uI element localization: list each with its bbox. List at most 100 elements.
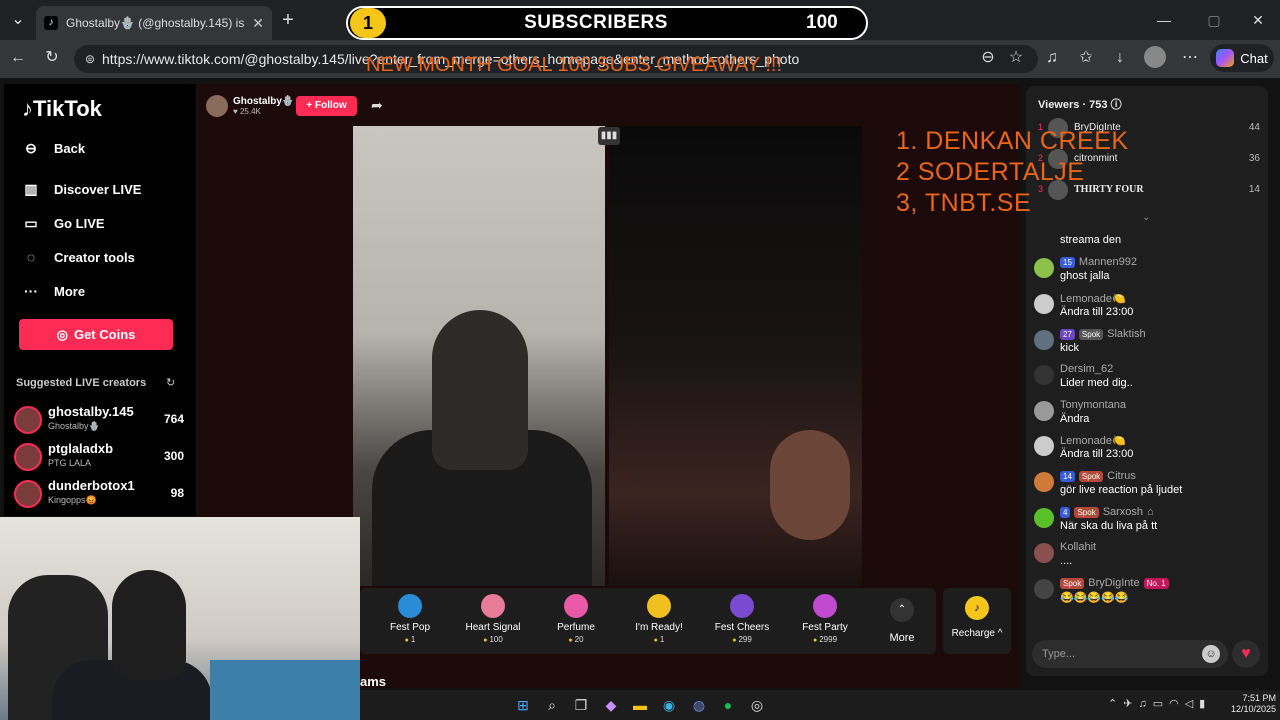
wifi-icon: ◠ xyxy=(1169,698,1185,710)
avatar[interactable] xyxy=(1034,258,1054,278)
back-icon[interactable]: ← xyxy=(6,46,30,70)
comment-user[interactable]: Lemonade🍋 xyxy=(1060,292,1126,305)
favorite-star-icon[interactable]: ☆ xyxy=(1004,46,1028,70)
suggested-creator[interactable]: ptglaladxb PTG LALA 300 xyxy=(14,441,184,473)
reload-icon[interactable]: ↻ xyxy=(40,46,64,70)
profile-avatar[interactable] xyxy=(1144,46,1166,68)
viewers-count: Viewers · 753 xyxy=(1038,99,1108,111)
gift-item[interactable]: Fest Pop 1 xyxy=(370,592,450,650)
gift-price: 100 xyxy=(453,635,533,644)
suggested-title: Suggested LIVE creators xyxy=(16,377,147,389)
nav-more[interactable]: ··· More xyxy=(22,279,85,303)
media-icon[interactable]: ♫ xyxy=(1040,46,1064,70)
suggested-creator[interactable]: ghostalby.145 Ghostalby🪬 764 xyxy=(14,404,184,436)
rank-badge: No. 1 xyxy=(1143,577,1169,589)
comment-text: ghost jalla xyxy=(1060,270,1110,282)
share-icon[interactable]: ➦ xyxy=(371,97,383,114)
avatar[interactable] xyxy=(1034,330,1054,350)
avatar[interactable] xyxy=(1034,294,1054,314)
comment-user[interactable]: Dersim_62 xyxy=(1060,363,1113,375)
system-tray[interactable]: ⌃✈♫▭◠◁▮ xyxy=(1108,697,1211,710)
gift-item[interactable]: I'm Ready! 1 xyxy=(619,592,699,650)
app-icon[interactable]: ◎ xyxy=(746,694,768,716)
avatar[interactable] xyxy=(1034,401,1054,421)
time: 7:51 PM xyxy=(1242,693,1276,703)
refresh-icon[interactable]: ↻ xyxy=(166,376,175,389)
tiktok-logo[interactable]: ♪TikTok xyxy=(22,96,102,122)
comment-user[interactable]: Lemonade🍋 xyxy=(1060,434,1126,447)
lightbulb-icon: ◌ xyxy=(26,249,36,265)
nav-creator-tools[interactable]: ◌ Creator tools xyxy=(22,245,135,269)
chevron-down-icon[interactable]: ⌄ xyxy=(1142,212,1150,223)
comment-user[interactable]: 15 Mannen992 xyxy=(1060,256,1137,268)
edge-icon[interactable]: ◉ xyxy=(658,694,680,716)
new-tab-icon[interactable]: + xyxy=(276,8,300,32)
maximize-icon[interactable]: ▢ xyxy=(1202,8,1226,32)
follow-button[interactable]: + Follow xyxy=(296,96,357,116)
nav-back[interactable]: ⊖ Back xyxy=(22,136,85,160)
creator-name: ptglaladxb xyxy=(48,441,114,456)
minimize-icon[interactable]: — xyxy=(1152,8,1176,32)
viewers-title[interactable]: Viewers · 753 ⓘ xyxy=(1038,96,1122,112)
info-icon: ⓘ xyxy=(1110,99,1122,111)
windows-start-icon[interactable]: ⊞ xyxy=(512,694,534,716)
browser-tab[interactable]: ♪ Ghostalby🪬 (@ghostalby.145) is l ✕ xyxy=(36,6,272,40)
recharge-button[interactable]: ♪ Recharge ^ xyxy=(943,588,1011,654)
comment-input[interactable]: Type... xyxy=(1032,640,1228,668)
level-badge: 14 xyxy=(1060,470,1075,482)
avatar[interactable] xyxy=(1034,436,1054,456)
comment-user[interactable]: 27 Spok Slaktish xyxy=(1060,328,1146,340)
download-icon[interactable]: ↓ xyxy=(1108,46,1132,70)
favorites-icon[interactable]: ✩ xyxy=(1074,46,1098,70)
search-icon[interactable]: ⌕ xyxy=(541,694,563,716)
host-avatar[interactable] xyxy=(206,95,228,117)
close-window-icon[interactable]: ✕ xyxy=(1246,8,1270,32)
winner-line: 1. DENKAN CREEK xyxy=(896,127,1129,155)
menu-ellipsis-icon[interactable]: ⋯ xyxy=(1178,46,1202,70)
fan-badge: Spok xyxy=(1074,506,1099,518)
spotify-icon[interactable]: ● xyxy=(717,694,739,716)
avatar[interactable] xyxy=(1034,508,1054,528)
host-name[interactable]: Ghostalby🪬 xyxy=(233,96,294,107)
gift-item[interactable]: Heart Signal 100 xyxy=(453,592,533,650)
avatar[interactable] xyxy=(1034,472,1054,492)
tab-list-icon[interactable]: ⌄ xyxy=(6,8,30,32)
close-tab-icon[interactable]: ✕ xyxy=(252,15,264,32)
avatar[interactable] xyxy=(1034,365,1054,385)
nav-go-live[interactable]: ▭ Go LIVE xyxy=(22,211,104,235)
gift-icon xyxy=(481,594,505,618)
task-view-icon[interactable]: ❐ xyxy=(570,694,592,716)
copilot-chat-button[interactable]: Chat xyxy=(1210,44,1274,72)
nav-discover-live[interactable]: ▥ Discover LIVE xyxy=(22,177,141,201)
comment-user[interactable]: 14 Spok Citrus xyxy=(1060,470,1136,482)
camera-icon: ▭ xyxy=(24,214,38,231)
site-info-icon[interactable]: ⊜ xyxy=(78,47,102,71)
heart-icon[interactable]: ♥ xyxy=(1232,640,1260,668)
gift-name: Fest Cheers xyxy=(714,622,770,633)
comment-user[interactable]: Tonymontana xyxy=(1060,399,1126,411)
gift-item[interactable]: Fest Cheers 299 xyxy=(702,592,782,650)
copilot-icon[interactable]: ◆ xyxy=(600,694,622,716)
tiktok-note-icon: ♪ xyxy=(22,96,33,121)
comment-text: streama den xyxy=(1060,234,1122,246)
avatar[interactable] xyxy=(1034,543,1054,563)
get-coins-label: Get Coins xyxy=(73,327,136,342)
clock[interactable]: 7:51 PM 12/10/2025 xyxy=(1224,693,1276,715)
comment-user[interactable]: 4 Spok Sarxosh ⌂ xyxy=(1060,506,1154,518)
more-gifts-button[interactable]: ⌃ More xyxy=(886,592,918,644)
gift-item[interactable]: Perfume 20 xyxy=(536,592,616,650)
file-explorer-icon[interactable]: ▬ xyxy=(629,694,651,716)
emoji-icon[interactable]: ☺ xyxy=(1202,645,1220,663)
discord-icon[interactable]: ◍ xyxy=(688,694,710,716)
viewer-count: 300 xyxy=(163,449,184,463)
get-coins-button[interactable]: ◎ Get Coins xyxy=(19,319,173,350)
gift-price: 299 xyxy=(702,635,782,644)
gift-icon xyxy=(398,594,422,618)
avatar[interactable] xyxy=(1034,579,1054,599)
comment-user[interactable]: Kollahit xyxy=(1060,541,1096,553)
suggested-creator[interactable]: dunderbotox1 Kingopps😡 98 xyxy=(14,478,184,510)
comment-user[interactable]: Spok BryDigInte No. 1 xyxy=(1060,577,1169,589)
zoom-icon[interactable]: ⊖ xyxy=(976,46,1000,70)
audio-bars-icon[interactable]: ▮▮▮ xyxy=(598,127,620,145)
gift-item[interactable]: Fest Party 2999 xyxy=(785,592,865,650)
